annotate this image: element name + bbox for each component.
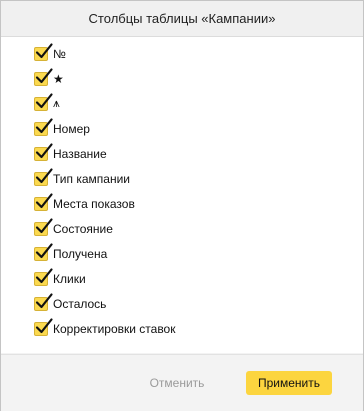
column-checkbox[interactable] [34,42,53,61]
column-label: Номер [53,121,90,136]
column-label: ⩚ [53,96,60,110]
column-label: ★ [53,71,64,86]
checkmark-icon [35,167,53,183]
column-label: Состояние [53,221,113,236]
column-option[interactable]: ★ [34,66,175,91]
apply-button[interactable]: Применить [246,371,332,395]
dialog-header: Столбцы таблицы «Кампании» [1,1,363,37]
column-label: № [53,46,66,61]
dialog-body: № ★ ⩚ Номер Название Тип кампании Места показо… [1,37,363,353]
column-checkbox[interactable] [34,242,53,261]
column-label: Название [53,146,107,161]
column-option[interactable]: Корректировки ставок [34,316,175,341]
column-label: Корректировки ставок [53,321,176,336]
column-label: Места показов [53,196,135,211]
checkmark-icon [35,317,53,333]
column-option[interactable]: Номер [34,116,175,141]
cancel-button[interactable]: Отменить [137,370,217,396]
column-option[interactable]: Места показов [34,191,175,216]
column-label: Осталось [53,296,107,311]
column-checkbox[interactable] [34,167,53,186]
checkmark-icon [35,242,53,258]
checkmark-icon [35,117,53,133]
column-option[interactable]: Осталось [34,291,175,316]
column-checkbox[interactable] [34,292,53,311]
column-option[interactable]: Получена [34,241,175,266]
checkmark-icon [35,92,53,108]
column-option[interactable]: Название [34,141,175,166]
column-label: Получена [53,246,108,261]
column-checkbox[interactable] [34,67,53,86]
checkmark-icon [35,267,53,283]
column-settings-dialog: Столбцы таблицы «Кампании» № ★ ⩚ Номер Назва… [0,0,364,411]
dialog-footer: Отменить Применить [1,354,363,411]
column-checkbox[interactable] [34,217,53,236]
column-checkbox[interactable] [34,92,53,111]
checkmark-icon [35,292,53,308]
checkmark-icon [35,192,53,208]
column-label: Клики [53,271,86,286]
column-option[interactable]: ⩚ [34,91,175,116]
checkmark-icon [35,217,53,233]
column-option[interactable]: Клики [34,266,175,291]
column-option[interactable]: Состояние [34,216,175,241]
column-checkbox[interactable] [34,142,53,161]
column-checkbox[interactable] [34,267,53,286]
column-list: № ★ ⩚ Номер Название Тип кампании Места показо… [34,41,175,341]
column-label: Тип кампании [53,171,130,186]
column-option[interactable]: Тип кампании [34,166,175,191]
dialog-title: Столбцы таблицы «Кампании» [88,11,276,26]
checkmark-icon [35,142,53,158]
column-option[interactable]: № [34,41,175,66]
column-checkbox[interactable] [34,317,53,336]
checkmark-icon [35,67,53,83]
column-checkbox[interactable] [34,192,53,211]
checkmark-icon [35,42,53,58]
column-checkbox[interactable] [34,117,53,136]
